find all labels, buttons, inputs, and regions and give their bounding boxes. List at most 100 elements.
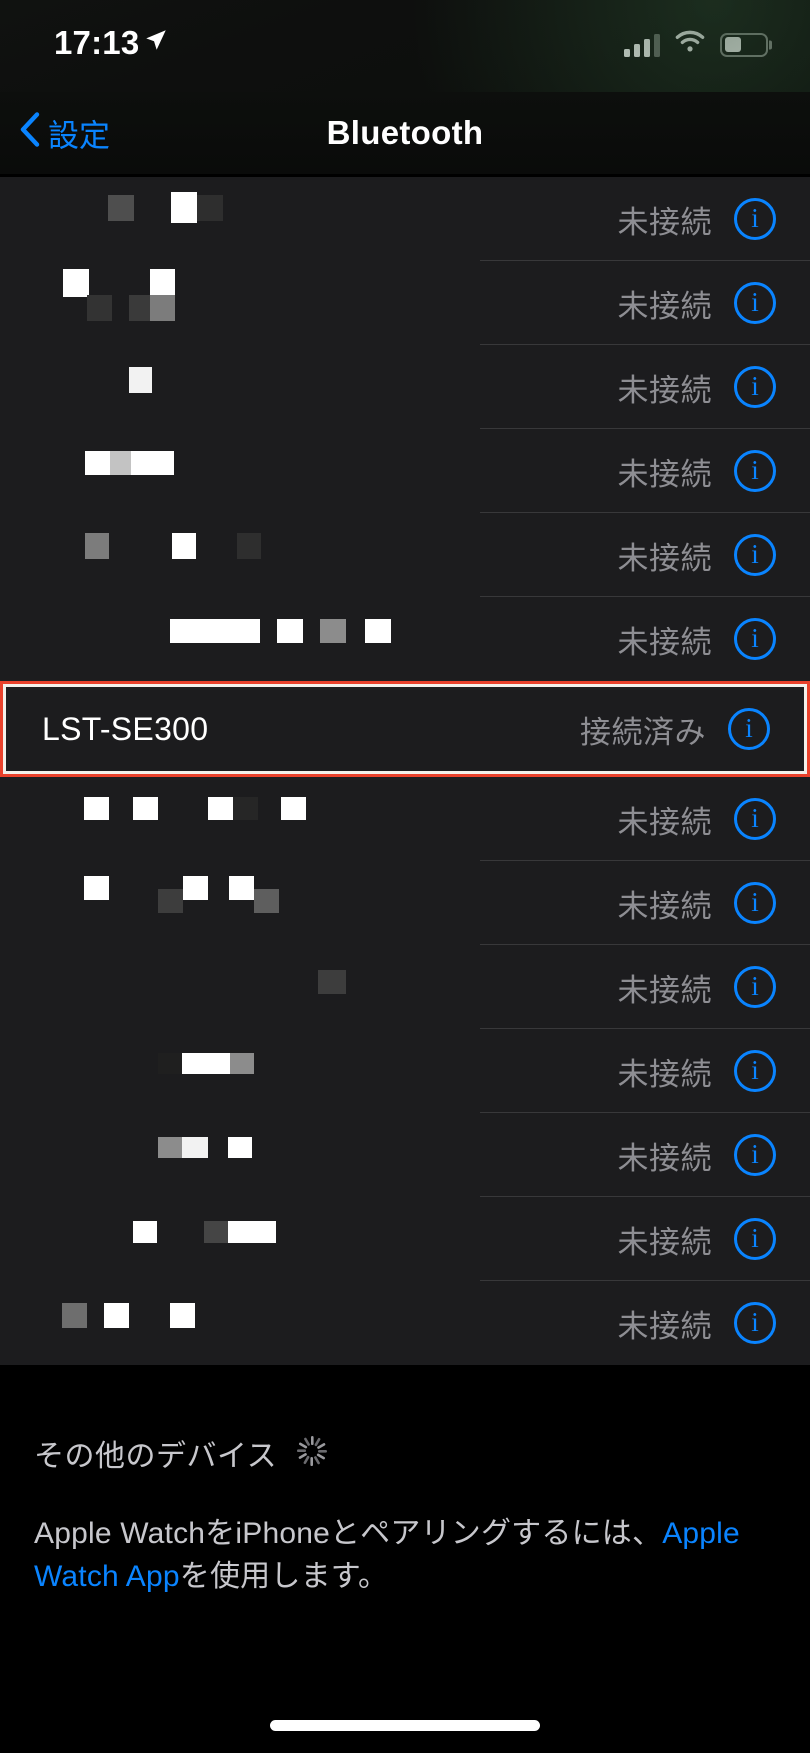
device-row[interactable]: 未接続 i bbox=[0, 861, 810, 945]
device-row[interactable]: 未接続 i bbox=[0, 261, 810, 345]
redacted-name-block bbox=[62, 1303, 87, 1328]
device-name-area bbox=[36, 1197, 618, 1281]
redacted-name-block bbox=[277, 619, 303, 643]
device-row[interactable]: 未接続i bbox=[0, 1029, 810, 1113]
device-name: LST-SE300 bbox=[42, 711, 208, 747]
device-row[interactable]: 未接続i bbox=[0, 429, 810, 513]
device-name-area bbox=[36, 429, 618, 513]
redacted-name-block bbox=[158, 1137, 182, 1158]
device-status: 未接続 bbox=[618, 533, 713, 578]
redacted-name-block bbox=[237, 533, 261, 559]
battery-icon bbox=[720, 33, 768, 57]
iphone-screen: 17:13 bbox=[0, 0, 810, 1753]
info-icon[interactable]: i bbox=[734, 450, 776, 492]
device-status: 接続済み bbox=[580, 707, 706, 752]
other-devices-header: その他のデバイス bbox=[34, 1365, 776, 1475]
helper-text-after: を使用します。 bbox=[180, 1560, 388, 1593]
device-status: 未接続 bbox=[618, 1133, 713, 1178]
redacted-name-block bbox=[158, 1053, 182, 1074]
info-icon[interactable]: i bbox=[734, 882, 776, 924]
info-glyph: i bbox=[751, 205, 759, 232]
info-icon[interactable]: i bbox=[734, 366, 776, 408]
navigation-bar: 設定 Bluetooth bbox=[0, 92, 810, 174]
clock-label: 17:13 bbox=[54, 26, 139, 59]
info-icon[interactable]: i bbox=[734, 966, 776, 1008]
redacted-name-block bbox=[208, 797, 233, 820]
device-name-area: LST-SE300 bbox=[42, 687, 580, 771]
device-status: 未接続 bbox=[618, 797, 713, 842]
device-status: 未接続 bbox=[618, 281, 713, 326]
redacted-name-block bbox=[85, 451, 110, 475]
status-bar: 17:13 bbox=[0, 0, 810, 92]
redacted-name-block bbox=[281, 797, 306, 820]
device-row-connected[interactable]: LST-SE300 接続済み i bbox=[6, 687, 804, 771]
device-row[interactable]: 未接続 i bbox=[0, 1113, 810, 1197]
home-indicator[interactable] bbox=[270, 1720, 540, 1731]
redacted-name-block bbox=[108, 195, 134, 221]
redacted-name-block bbox=[158, 889, 183, 913]
info-glyph: i bbox=[745, 715, 753, 742]
device-row[interactable]: 未接続 i bbox=[0, 777, 810, 861]
device-status: 未接続 bbox=[618, 1301, 713, 1346]
device-status: 未接続 bbox=[618, 965, 713, 1010]
device-row[interactable]: 未接続 i bbox=[0, 597, 810, 681]
device-row[interactable]: 未接続 i bbox=[0, 513, 810, 597]
other-devices-label: その他のデバイス bbox=[34, 1431, 277, 1475]
info-glyph: i bbox=[751, 1309, 759, 1336]
redacted-name-block bbox=[84, 876, 109, 900]
redacted-name-block bbox=[171, 192, 197, 223]
highlight-annotation: LST-SE300 接続済み i bbox=[0, 681, 810, 777]
info-icon[interactable]: i bbox=[734, 1134, 776, 1176]
device-name-area bbox=[36, 345, 618, 429]
device-name-area bbox=[36, 777, 618, 861]
info-icon[interactable]: i bbox=[734, 534, 776, 576]
info-icon[interactable]: i bbox=[734, 1218, 776, 1260]
info-icon[interactable]: i bbox=[734, 618, 776, 660]
device-row[interactable]: 未接続 i bbox=[0, 945, 810, 1029]
footer-section: その他のデバイス Apple WatchをiPhoneとペアリングするには、Ap… bbox=[0, 1365, 810, 1598]
redacted-name-block bbox=[254, 889, 279, 913]
device-name-area bbox=[36, 513, 618, 597]
redacted-name-block bbox=[182, 1137, 208, 1158]
info-icon[interactable]: i bbox=[734, 798, 776, 840]
redacted-name-block bbox=[150, 269, 175, 297]
redacted-name-block bbox=[230, 1053, 254, 1074]
redacted-name-block bbox=[233, 797, 258, 820]
redacted-name-block bbox=[170, 1303, 195, 1328]
info-glyph: i bbox=[751, 625, 759, 652]
device-name-area bbox=[36, 597, 618, 681]
redacted-name-block bbox=[197, 195, 223, 221]
info-glyph: i bbox=[751, 889, 759, 916]
info-icon[interactable]: i bbox=[734, 198, 776, 240]
redacted-name-block bbox=[204, 1221, 228, 1243]
device-name-area bbox=[36, 945, 618, 1029]
cellular-bars-icon bbox=[624, 33, 661, 57]
status-bar-left: 17:13 bbox=[54, 26, 169, 59]
wifi-icon bbox=[674, 30, 706, 59]
info-icon[interactable]: i bbox=[728, 708, 770, 750]
info-glyph: i bbox=[751, 973, 759, 1000]
device-row[interactable]: 未接続i bbox=[0, 1197, 810, 1281]
device-status: 未接続 bbox=[618, 617, 713, 662]
device-list-upper: 未接続i未接続i未接続i未接続i未接続i未接続i bbox=[0, 177, 810, 681]
redacted-name-block bbox=[229, 876, 254, 900]
device-name-area bbox=[36, 1113, 618, 1197]
info-icon[interactable]: i bbox=[734, 1050, 776, 1092]
device-row[interactable]: 未接続 i bbox=[0, 1281, 810, 1365]
redacted-name-block bbox=[320, 619, 346, 643]
redacted-name-block bbox=[104, 1303, 129, 1328]
info-glyph: i bbox=[751, 457, 759, 484]
redacted-name-block bbox=[133, 797, 158, 820]
device-row[interactable]: 未接続i bbox=[0, 177, 810, 261]
device-name-area bbox=[36, 1029, 618, 1113]
device-status: 未接続 bbox=[618, 881, 713, 926]
helper-text-before: Apple WatchをiPhoneとペアリングするには、 bbox=[34, 1517, 662, 1550]
device-row[interactable]: 未接続i bbox=[0, 345, 810, 429]
device-name-area bbox=[36, 261, 618, 345]
redacted-name-block bbox=[228, 1221, 276, 1243]
info-icon[interactable]: i bbox=[734, 282, 776, 324]
location-arrow-icon bbox=[143, 27, 169, 58]
redacted-name-block bbox=[85, 533, 109, 559]
info-glyph: i bbox=[751, 1141, 759, 1168]
info-icon[interactable]: i bbox=[734, 1302, 776, 1344]
